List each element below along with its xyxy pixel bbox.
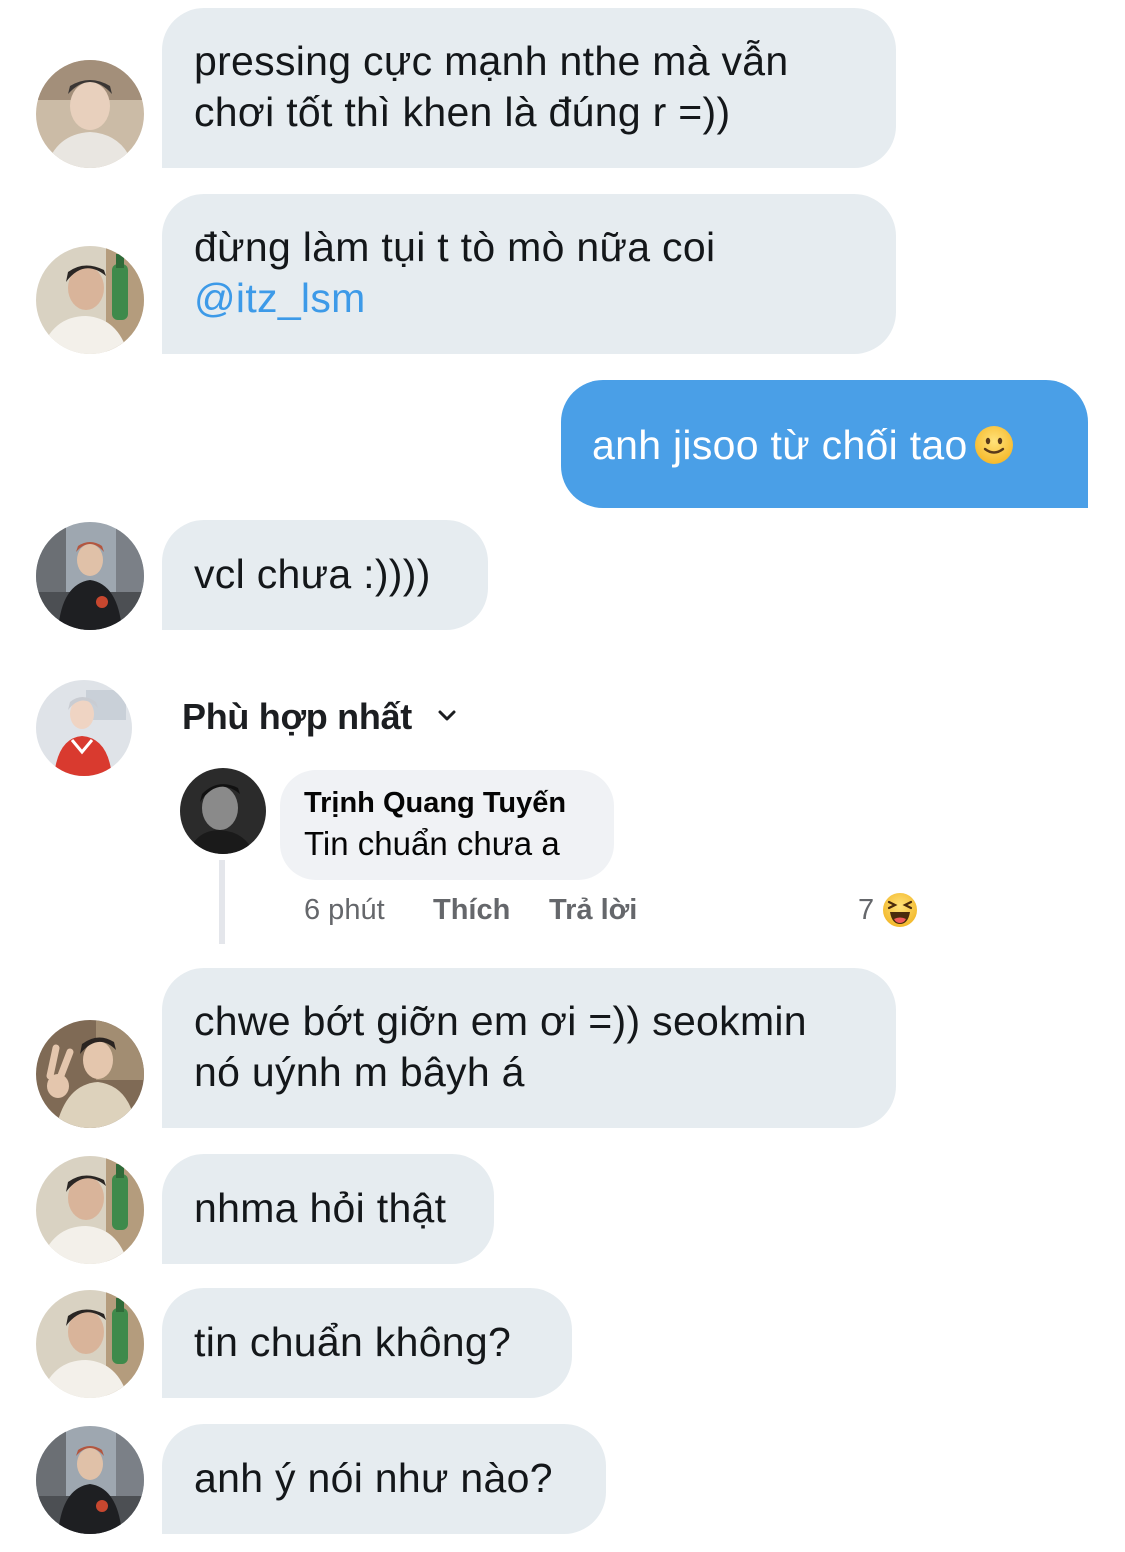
commenter-avatar [180, 768, 266, 854]
chevron-down-icon [438, 710, 456, 721]
message-bubble: anh ý nói như nào? [162, 1424, 606, 1534]
message-line: nó uýnh m bâyh á [194, 1049, 525, 1095]
comment-bubble: Trịnh Quang Tuyến Tin chuẩn chưa a [280, 770, 614, 880]
message-line: nhma hỏi thật [194, 1185, 447, 1231]
message-bubble: tin chuẩn không? [162, 1288, 572, 1398]
reply-link: Trả lời [549, 894, 638, 926]
message-line: vcl chưa :)))) [194, 551, 431, 597]
avatar-street[interactable] [36, 1426, 144, 1534]
avatar-bottle[interactable] [36, 246, 144, 354]
thread-line [219, 860, 225, 944]
mention-link[interactable]: @itz_lsm [194, 273, 864, 324]
avatar-light-shirt[interactable] [36, 60, 144, 168]
haha-emoji-icon [881, 891, 919, 929]
sort-selector-label: Phù hợp nhất [182, 696, 412, 737]
avatar-bottle[interactable] [36, 1156, 144, 1264]
message-bubble: pressing cực mạnh nthe mà vẫn chơi tốt t… [162, 8, 896, 168]
message-line: pressing cực mạnh nthe mà vẫn [194, 38, 789, 84]
message-bubble: nhma hỏi thật [162, 1154, 494, 1264]
avatar-red-jersey[interactable] [36, 680, 132, 776]
avatar-street[interactable] [36, 522, 144, 630]
message-line: anh ý nói như nào? [194, 1455, 553, 1501]
message-line: tin chuẩn không? [194, 1319, 512, 1365]
message-line: đừng làm tụi t tò mò nữa coi [194, 224, 716, 270]
like-link: Thích [433, 894, 511, 926]
message-bubble: đừng làm tụi t tò mò nữa coi @itz_lsm [162, 194, 896, 354]
message-bubble: chwe bớt giỡn em ơi =)) seokmin nó uýnh … [162, 968, 896, 1128]
message-text: anh jisoo từ chối tao [592, 422, 968, 468]
comment-text: Tin chuẩn chưa a [304, 825, 560, 862]
avatar-bottle[interactable] [36, 1290, 144, 1398]
outgoing-message-bubble: anh jisoo từ chối tao [561, 380, 1088, 508]
comment-time: 6 phút [304, 894, 385, 926]
reaction-count: 7 [858, 894, 875, 926]
avatar-peace-sign[interactable] [36, 1020, 144, 1128]
message-bubble: vcl chưa :)))) [162, 520, 488, 630]
message-line: chơi tốt thì khen là đúng r =)) [194, 89, 731, 135]
comment-author: Trịnh Quang Tuyến [304, 787, 567, 819]
slightly-smiling-face-icon [974, 426, 1013, 464]
message-line: chwe bớt giỡn em ơi =)) seokmin [194, 998, 807, 1044]
